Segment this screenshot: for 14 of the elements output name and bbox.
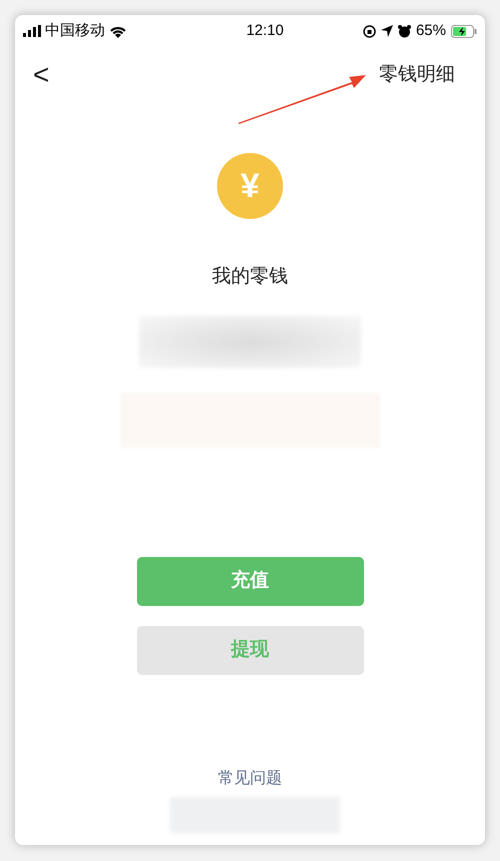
wifi-icon (109, 24, 127, 38)
clock-text: 12:10 (246, 20, 284, 41)
wallet-title: 我的零钱 (212, 265, 288, 289)
lock-rotation-icon (362, 24, 376, 38)
location-icon (380, 25, 393, 37)
faq-link[interactable]: 常见问题 (218, 766, 282, 790)
battery-icon (450, 24, 477, 38)
carrier-text: 中国移动 (45, 20, 105, 41)
balance-details-link[interactable]: 零钱明细 (379, 60, 455, 90)
alarm-icon (398, 24, 411, 38)
signal-icon (23, 25, 41, 37)
battery-percent: 65% (416, 20, 446, 41)
back-button[interactable]: < (33, 61, 50, 89)
coin-icon: ¥ (217, 153, 283, 219)
